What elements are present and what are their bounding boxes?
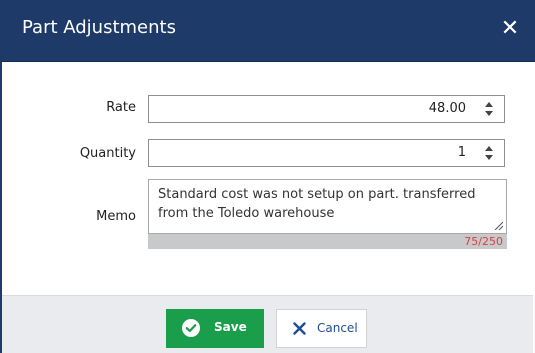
close-icon[interactable]: ✕	[499, 16, 521, 42]
save-button[interactable]: Save	[166, 309, 264, 348]
dialog-body: Rate 48.00 Quantity 1 Memo Standard cost…	[2, 62, 533, 295]
dialog-footer: Save Cancel	[2, 295, 533, 353]
memo-counter-bar: 75/250	[148, 234, 507, 249]
rate-field[interactable]: 48.00	[148, 95, 505, 123]
x-icon	[293, 322, 306, 335]
quantity-value: 1	[457, 145, 466, 160]
memo-char-counter: 75/250	[464, 235, 503, 248]
memo-label: Memo	[96, 209, 136, 224]
part-adjustments-dialog: Part Adjustments ✕ Rate 48.00 Quantity 1…	[0, 0, 535, 353]
memo-textarea[interactable]: Standard cost was not setup on part. tra…	[148, 179, 507, 234]
rate-increment-icon[interactable]	[485, 102, 493, 107]
cancel-button[interactable]: Cancel	[276, 309, 367, 348]
quantity-spinner[interactable]	[476, 140, 504, 166]
save-button-label: Save	[214, 320, 247, 334]
rate-label: Rate	[106, 100, 136, 115]
rate-decrement-icon[interactable]	[485, 111, 493, 116]
resize-grip-icon[interactable]	[494, 221, 503, 230]
quantity-increment-icon[interactable]	[485, 146, 493, 151]
dialog-titlebar: Part Adjustments ✕	[2, 0, 535, 62]
cancel-button-label: Cancel	[317, 321, 358, 335]
rate-spinner[interactable]	[476, 96, 504, 122]
quantity-field[interactable]: 1	[148, 139, 505, 167]
check-circle-icon	[182, 319, 200, 337]
quantity-label: Quantity	[79, 146, 136, 161]
dialog-title: Part Adjustments	[22, 17, 176, 38]
memo-text: Standard cost was not setup on part. tra…	[158, 187, 476, 221]
rate-value: 48.00	[428, 101, 466, 116]
quantity-decrement-icon[interactable]	[485, 155, 493, 160]
